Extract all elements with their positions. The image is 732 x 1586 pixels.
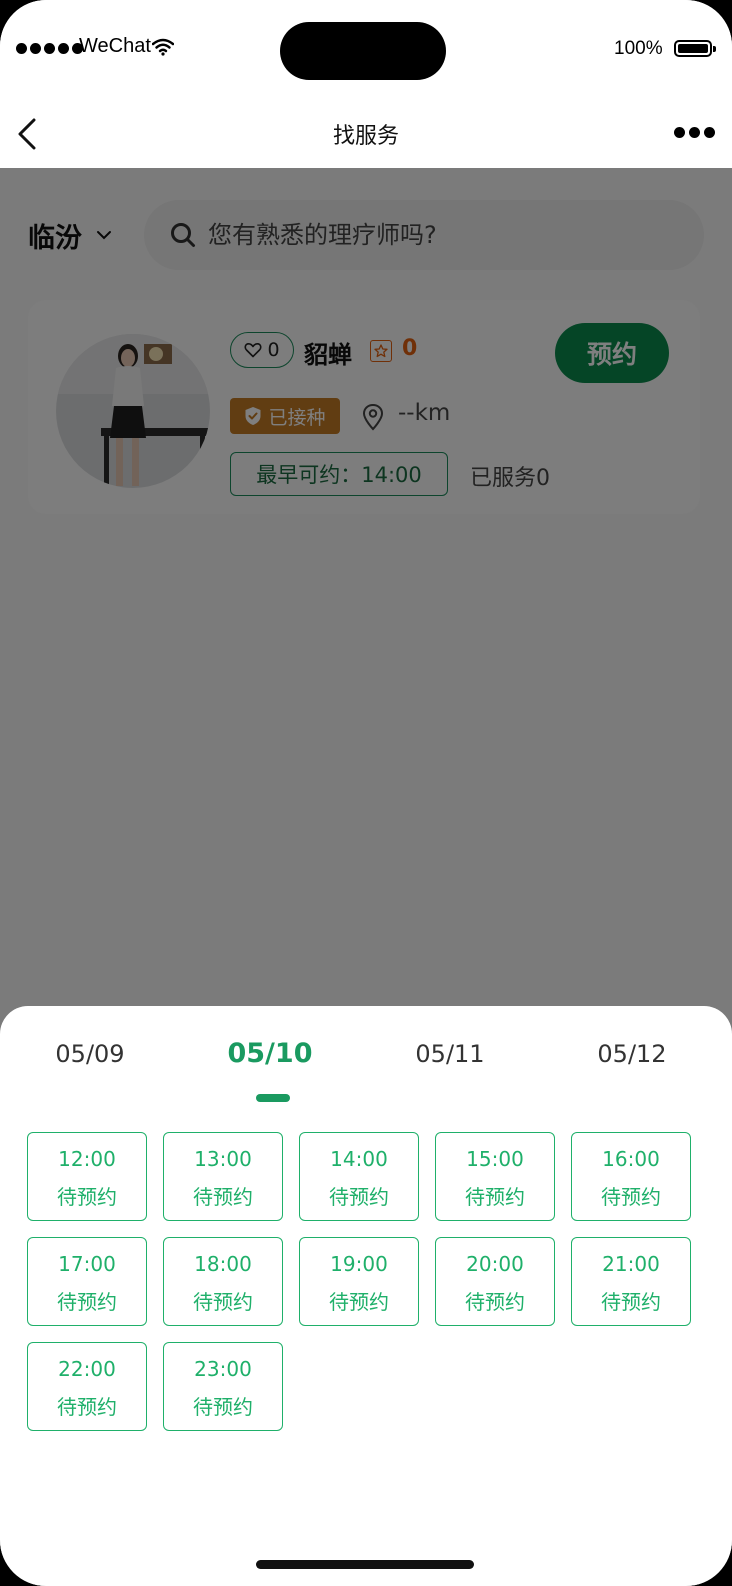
status-bar: WeChat 100% [0,0,732,100]
slot-time: 21:00 [602,1252,660,1276]
slot-time: 18:00 [194,1252,252,1276]
date-tab-0509[interactable]: 05/09 [30,1040,150,1068]
slot-time: 13:00 [194,1147,252,1171]
time-slot[interactable]: 12:00 待预约 [27,1132,147,1221]
time-slot[interactable]: 19:00 待预约 [299,1237,419,1326]
time-slot[interactable]: 20:00 待预约 [435,1237,555,1326]
slot-time: 20:00 [466,1252,524,1276]
slot-status: 待预约 [57,1290,117,1314]
slot-time: 14:00 [330,1147,388,1171]
date-tab-0512[interactable]: 05/12 [572,1040,692,1068]
date-tab-0510[interactable]: 05/10 [210,1038,330,1069]
page-title: 找服务 [332,124,399,149]
home-indicator [256,1560,474,1569]
slot-status: 待预约 [601,1290,661,1314]
slot-time: 12:00 [58,1147,116,1171]
carrier-name: WeChat [79,35,151,57]
time-slot[interactable]: 17:00 待预约 [27,1237,147,1326]
slot-status: 待预约 [329,1185,389,1209]
slot-time: 22:00 [58,1357,116,1381]
time-slot[interactable]: 15:00 待预约 [435,1132,555,1221]
time-slot[interactable]: 22:00 待预约 [27,1342,147,1431]
time-slot[interactable]: 23:00 待预约 [163,1342,283,1431]
phone-screen: WeChat 100% 找服务 临汾 [0,0,732,1586]
slot-status: 待预约 [193,1395,253,1419]
time-slot-sheet: 05/09 05/10 05/11 05/12 12:00 待预约 13:00 … [0,1006,732,1586]
slot-time: 17:00 [58,1252,116,1276]
slot-time: 15:00 [466,1147,524,1171]
slot-status: 待预约 [465,1185,525,1209]
battery-icon [674,40,716,57]
slot-status: 待预约 [465,1290,525,1314]
time-slot[interactable]: 21:00 待预约 [571,1237,691,1326]
slot-status: 待预约 [57,1395,117,1419]
slot-time: 16:00 [602,1147,660,1171]
slot-status: 待预约 [193,1185,253,1209]
time-slot[interactable]: 14:00 待预约 [299,1132,419,1221]
time-slot[interactable]: 16:00 待预约 [571,1132,691,1221]
slot-time: 23:00 [194,1357,252,1381]
time-slot[interactable]: 18:00 待预约 [163,1237,283,1326]
more-icon[interactable] [674,127,715,138]
signal-icon [16,43,83,54]
slot-status: 待预约 [193,1290,253,1314]
dynamic-island [280,22,446,80]
date-tab-0511[interactable]: 05/11 [390,1040,510,1068]
time-slot[interactable]: 13:00 待预约 [163,1132,283,1221]
slot-status: 待预约 [57,1185,117,1209]
slot-status: 待预约 [601,1185,661,1209]
active-tab-indicator [256,1094,290,1102]
nav-bar: 找服务 [0,100,732,168]
slot-status: 待预约 [329,1290,389,1314]
slot-time: 19:00 [330,1252,388,1276]
battery-percent: 100% [614,38,663,59]
wifi-icon [152,38,174,56]
